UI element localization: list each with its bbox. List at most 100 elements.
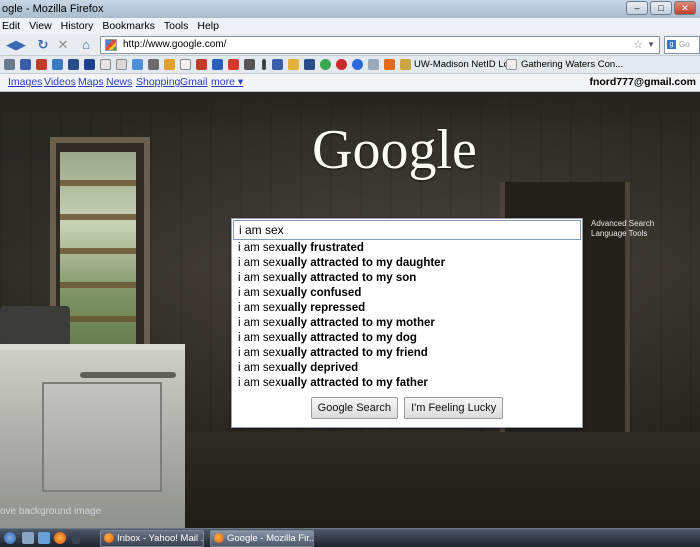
chevron-right-icon[interactable] xyxy=(72,532,80,544)
search-box-hint: Go xyxy=(679,40,690,49)
search-box[interactable]: g Go xyxy=(664,36,700,54)
advanced-search-link[interactable]: Advanced Search xyxy=(591,219,654,229)
suggestion-typed-text: i am sex xyxy=(238,317,281,329)
gbar-link-shopping[interactable]: Shopping xyxy=(136,76,180,88)
bookmark-netid[interactable]: UW-Madison NetID Lo... xyxy=(414,56,517,74)
stop-icon[interactable]: ✕ xyxy=(56,37,70,53)
menu-edit[interactable]: Edit xyxy=(2,18,20,34)
back-forward-icon[interactable]: ◀▶ xyxy=(2,37,30,53)
suggestion-completion-text: ually repressed xyxy=(280,302,366,314)
url-bar[interactable]: http://www.google.com/ ☆ ▼ xyxy=(100,36,660,54)
search-input[interactable]: i am sex xyxy=(233,220,581,240)
suggestion-typed-text: i am sex xyxy=(238,272,281,284)
bookmark-icon[interactable] xyxy=(352,59,363,70)
taskbar-item-yahoo-mail[interactable]: Inbox - Yahoo! Mail ... xyxy=(100,530,204,547)
search-buttons: Google Search I'm Feeling Lucky xyxy=(232,397,582,419)
suggestion-typed-text: i am sex xyxy=(238,257,281,269)
start-orb-icon[interactable] xyxy=(4,532,16,544)
photo-floor xyxy=(185,432,700,528)
reload-icon[interactable]: ↻ xyxy=(36,37,50,53)
bookmark-icon[interactable] xyxy=(180,59,191,70)
suggestion-completion-text: ually attracted to my daughter xyxy=(280,257,446,269)
suggestion-item[interactable]: i am sexually attracted to my father xyxy=(236,376,580,391)
bookmark-icon[interactable] xyxy=(84,59,95,70)
chevron-down-icon[interactable]: ▼ xyxy=(647,37,655,53)
bookmark-star-icon[interactable]: ☆ xyxy=(633,37,643,53)
close-button[interactable]: ✕ xyxy=(674,1,696,15)
firefox-quick-launch-icon[interactable] xyxy=(54,532,66,544)
suggestion-item[interactable]: i am sexually confused xyxy=(236,286,580,301)
suggestion-list: i am sexually frustrated i am sexually at… xyxy=(236,241,580,391)
bookmark-icon[interactable] xyxy=(116,59,127,70)
bookmark-icon[interactable] xyxy=(196,59,207,70)
suggestion-completion-text: ually attracted to my father xyxy=(280,377,428,389)
bookmark-gathering-waters[interactable]: Gathering Waters Con... xyxy=(521,56,623,74)
bookmark-icon[interactable] xyxy=(384,59,395,70)
suggestion-item[interactable]: i am sexually attracted to my daughter xyxy=(236,256,580,271)
taskbar-item-google[interactable]: Google - Mozilla Fir... xyxy=(210,530,314,547)
suggestion-typed-text: i am sex xyxy=(238,362,281,374)
gbar-link-maps[interactable]: Maps xyxy=(78,76,104,88)
suggestion-typed-text: i am sex xyxy=(238,347,281,359)
google-bar: Images Videos Maps News Shopping Gmail m… xyxy=(0,74,700,92)
bookmark-icon[interactable] xyxy=(304,59,315,70)
quick-launch-icon[interactable] xyxy=(38,532,50,544)
url-text: http://www.google.com/ xyxy=(123,39,227,50)
language-tools-link[interactable]: Language Tools xyxy=(591,229,654,239)
maximize-button[interactable]: □ xyxy=(650,1,672,15)
google-search-button[interactable]: Google Search xyxy=(310,397,399,419)
bookmark-icon[interactable] xyxy=(272,59,283,70)
suggestion-item[interactable]: i am sexually repressed xyxy=(236,301,580,316)
taskbar-item-label: Inbox - Yahoo! Mail ... xyxy=(117,533,204,544)
suggestion-item[interactable]: i am sexually attracted to my dog xyxy=(236,331,580,346)
gbar-link-gmail[interactable]: Gmail xyxy=(180,76,207,88)
bookmark-icon[interactable] xyxy=(228,59,239,70)
gbar-link-images[interactable]: Images xyxy=(8,76,42,88)
taskbar: Inbox - Yahoo! Mail ... Google - Mozilla… xyxy=(0,528,700,547)
menu-bookmarks[interactable]: Bookmarks xyxy=(102,18,155,34)
bookmark-icon[interactable] xyxy=(132,59,143,70)
bookmark-icon[interactable] xyxy=(288,59,299,70)
suggestion-item[interactable]: i am sexually deprived xyxy=(236,361,580,376)
bookmarks-toolbar: UW-Madison NetID Lo... Gathering Waters … xyxy=(0,56,700,74)
show-desktop-icon[interactable] xyxy=(22,532,34,544)
google-search-engine-icon: g xyxy=(667,40,676,49)
suggestion-item[interactable]: i am sexually attracted to my son xyxy=(236,271,580,286)
remove-background-link[interactable]: ove background image xyxy=(0,506,101,517)
bookmark-icon[interactable] xyxy=(20,59,31,70)
minimize-button[interactable]: – xyxy=(626,1,648,15)
suggestion-typed-text: i am sex xyxy=(238,377,281,389)
google-favicon-icon xyxy=(105,39,117,51)
bookmark-icon[interactable] xyxy=(36,59,47,70)
menu-help[interactable]: Help xyxy=(197,18,219,34)
window-controls: – □ ✕ xyxy=(626,1,696,15)
menu-history[interactable]: History xyxy=(61,18,94,34)
gbar-link-videos[interactable]: Videos xyxy=(44,76,76,88)
suggestion-typed-text: i am sex xyxy=(238,242,281,254)
bookmark-icon[interactable] xyxy=(244,59,255,70)
suggestion-completion-text: ually deprived xyxy=(280,362,359,374)
gbar-link-more[interactable]: more ▾ xyxy=(211,76,243,88)
bookmark-icon[interactable] xyxy=(4,59,15,70)
bookmark-icon[interactable] xyxy=(336,59,347,70)
feeling-lucky-button[interactable]: I'm Feeling Lucky xyxy=(404,397,504,419)
suggestion-item[interactable]: i am sexually frustrated xyxy=(236,241,580,256)
home-icon[interactable]: ⌂ xyxy=(78,37,94,53)
bookmark-icon[interactable] xyxy=(52,59,63,70)
bookmark-icon[interactable] xyxy=(164,59,175,70)
bookmark-icon[interactable] xyxy=(400,59,411,70)
bookmark-icon[interactable] xyxy=(320,59,331,70)
suggestion-item[interactable]: i am sexually attracted to my mother xyxy=(236,316,580,331)
menu-tools[interactable]: Tools xyxy=(164,18,189,34)
bookmark-icon[interactable] xyxy=(368,59,379,70)
bookmark-icon[interactable] xyxy=(100,59,111,70)
bookmark-icon[interactable] xyxy=(506,59,517,70)
bookmark-icon[interactable] xyxy=(212,59,223,70)
user-account[interactable]: fnord777@gmail.com xyxy=(589,76,696,88)
menu-view[interactable]: View xyxy=(29,18,52,34)
suggestion-item[interactable]: i am sexually attracted to my friend xyxy=(236,346,580,361)
gbar-link-news[interactable]: News xyxy=(106,76,132,88)
bookmark-icon[interactable] xyxy=(148,59,159,70)
suggestion-completion-text: ually frustrated xyxy=(280,242,364,254)
bookmark-icon[interactable] xyxy=(68,59,79,70)
